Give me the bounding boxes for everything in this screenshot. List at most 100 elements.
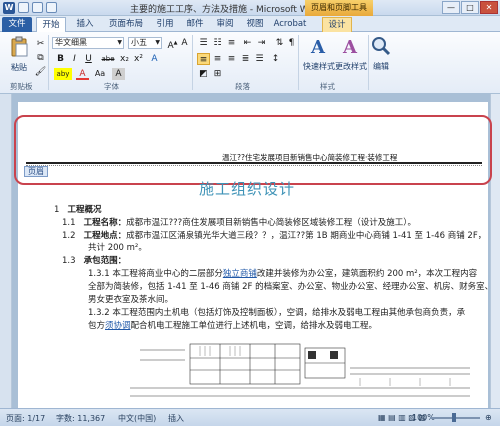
strikethrough-button[interactable]: abe <box>100 53 116 65</box>
cut-icon[interactable]: ✂ <box>34 38 47 50</box>
status-language[interactable]: 中文(中国) <box>118 413 156 424</box>
tab-review[interactable]: 审阅 <box>212 17 238 32</box>
change-case-button[interactable]: Aa <box>92 68 108 80</box>
show-marks-icon[interactable]: ¶ <box>285 37 298 49</box>
italic-button[interactable]: I <box>68 53 81 65</box>
tab-references[interactable]: 引用 <box>152 17 178 32</box>
change-styles-icon: A <box>342 37 358 58</box>
change-styles-label: 更改样式 <box>335 62 367 71</box>
zoom-slider-handle[interactable] <box>452 413 456 422</box>
numbering-icon[interactable]: ☷ <box>211 37 224 49</box>
status-word-count[interactable]: 字数: 11,367 <box>56 413 105 424</box>
item-1-1[interactable]: 1.1 工程名称：成都市温江???商住发展项目新销售中心简装修区域装修工程（设计… <box>62 216 416 228</box>
highlight-button[interactable]: aby <box>54 68 72 80</box>
tab-acrobat[interactable]: Acrobat <box>272 17 308 32</box>
borders-icon[interactable]: ⊞ <box>211 68 224 80</box>
font-size-value: 小五 <box>131 38 147 47</box>
para-1-3-2-cont[interactable]: 包方须协调配合机电工程施工单位进行上述机电，空调，给排水及弱电工程。 <box>88 319 377 331</box>
quick-styles-icon: A <box>310 37 326 58</box>
superscript-button[interactable]: x² <box>132 53 145 65</box>
header-separator <box>26 165 482 166</box>
font-color-button[interactable]: A <box>76 68 89 80</box>
editing-button[interactable]: 编辑 <box>370 35 392 72</box>
vertical-ruler <box>0 94 12 408</box>
paragraph-group-label: 段落 <box>235 82 250 91</box>
para-1-3-2[interactable]: 1.3.2 本工程范围内土机电（包括灯饰及控制面板），空调，给排水及弱电工程由其… <box>88 306 465 318</box>
floor-plan-drawing[interactable] <box>130 338 470 408</box>
line-text: 配合机电工程施工单位进行上述机电，空调，给排水及弱电工程。 <box>130 321 378 331</box>
close-button[interactable]: ✕ <box>480 1 498 14</box>
clipboard-icon <box>11 36 28 57</box>
line-text: 1.3.1 本工程将商业中心的二层部分 <box>88 269 223 279</box>
bold-button[interactable]: B <box>54 53 67 65</box>
item-1-3[interactable]: 1.3 承包范围： <box>62 254 126 266</box>
change-styles-button[interactable]: A 更改样式 <box>334 35 368 72</box>
shrink-font-icon[interactable]: A <box>178 37 191 49</box>
minimize-button[interactable]: — <box>442 1 460 14</box>
multilevel-list-icon[interactable]: ≡ <box>225 37 238 49</box>
font-size-combo[interactable]: 小五 ▼ <box>128 37 162 49</box>
line-spacing-icon[interactable]: ↕ <box>269 53 282 65</box>
para-1-3-1-cont[interactable]: 全部为简装修，包括 1-41 至 1-46 商铺 2F 的档案室、办公室、物业办… <box>88 280 493 292</box>
text-effects-button[interactable]: A <box>148 53 161 65</box>
quick-access-toolbar: W <box>3 2 57 14</box>
item-1-2[interactable]: 1.2 工程地点：成都市温江区涌泉镇光华大道三段？？，温江??第 1B 期商业中… <box>62 229 486 241</box>
decrease-indent-icon[interactable]: ⇤ <box>241 37 254 49</box>
vertical-scrollbar[interactable] <box>490 94 500 408</box>
increase-indent-icon[interactable]: ⇥ <box>255 37 268 49</box>
find-icon <box>372 37 391 56</box>
shading-icon[interactable]: ◩ <box>197 68 210 80</box>
tab-file[interactable]: 文件 <box>2 17 32 32</box>
tab-home[interactable]: 开始 <box>36 17 66 32</box>
clipboard-group-label: 剪贴板 <box>10 82 33 91</box>
tab-design[interactable]: 设计 <box>322 17 352 32</box>
tab-view[interactable]: 视图 <box>242 17 268 32</box>
paste-button[interactable]: 粘贴 <box>6 36 32 73</box>
status-page[interactable]: 页面: 1/17 <box>6 413 45 424</box>
copy-icon[interactable]: ⧉ <box>34 52 47 64</box>
justify-icon[interactable]: ≣ <box>239 53 252 65</box>
quick-styles-button[interactable]: A 快速样式 <box>302 35 336 72</box>
word-app-icon[interactable]: W <box>3 2 15 14</box>
para-1-3-1-end[interactable]: 男女更衣室及茶水间。 <box>88 293 173 305</box>
para-1-3-1[interactable]: 1.3.1 本工程将商业中心的二层部分独立商铺改建并装修为办公室，建筑面积约 2… <box>88 267 477 279</box>
quick-styles-label: 快速样式 <box>303 62 335 71</box>
format-painter-icon[interactable]: 🖌 <box>34 66 47 78</box>
link-text[interactable]: 独立商铺 <box>223 269 257 279</box>
char-shading-button[interactable]: A <box>112 68 125 80</box>
underline-button[interactable]: U <box>82 53 95 65</box>
tab-page-layout[interactable]: 页面布局 <box>104 17 148 32</box>
font-name-combo[interactable]: 华文细黑 ▼ <box>52 37 124 49</box>
maximize-button[interactable]: □ <box>461 1 479 14</box>
zoom-in-icon[interactable]: ⊕ <box>485 413 492 422</box>
title-bar: W 主要的施工工序、方法及措施 - Microsoft Word 页眉和页脚工具… <box>0 0 500 16</box>
styles-group-label: 样式 <box>320 82 335 91</box>
font-group-label: 字体 <box>104 82 119 91</box>
svg-text:A: A <box>342 37 358 57</box>
tab-mailings[interactable]: 邮件 <box>182 17 208 32</box>
line-number: 1.3 <box>62 256 76 266</box>
undo-icon[interactable] <box>32 2 43 13</box>
link-text[interactable]: 须协调 <box>105 321 131 331</box>
align-left-icon[interactable]: ≡ <box>197 53 210 65</box>
tab-insert[interactable]: 插入 <box>70 17 100 32</box>
heading-1[interactable]: 1 工程概况 <box>54 203 102 215</box>
distributed-icon[interactable]: ☰ <box>253 53 266 65</box>
align-right-icon[interactable]: ≡ <box>225 53 238 65</box>
svg-text:A: A <box>310 37 326 57</box>
subscript-button[interactable]: x₂ <box>118 53 131 65</box>
redo-icon[interactable] <box>46 2 57 13</box>
context-tab-title: 页眉和页脚工具 <box>305 0 373 16</box>
align-center-icon[interactable]: ≡ <box>211 53 224 65</box>
status-insert-mode[interactable]: 插入 <box>168 413 184 424</box>
separator <box>298 35 299 90</box>
line-number: 1.1 <box>62 218 76 228</box>
item-1-2-cont[interactable]: 共计 200 m²。 <box>88 241 147 253</box>
status-bar: 页面: 1/17 字数: 11,367 中文(中国) 插入 ▦ ▤ ▥ ▧ ▨ … <box>0 408 500 426</box>
ribbon-tabs: 文件 开始 插入 页面布局 引用 邮件 审阅 视图 Acrobat 设计 <box>0 16 500 32</box>
line-number: 1.2 <box>62 231 76 241</box>
bullets-icon[interactable]: ☰ <box>197 37 210 49</box>
line-number: 1 <box>54 205 60 215</box>
document-title[interactable]: 施工组织设计 <box>199 178 295 199</box>
save-icon[interactable] <box>18 2 29 13</box>
